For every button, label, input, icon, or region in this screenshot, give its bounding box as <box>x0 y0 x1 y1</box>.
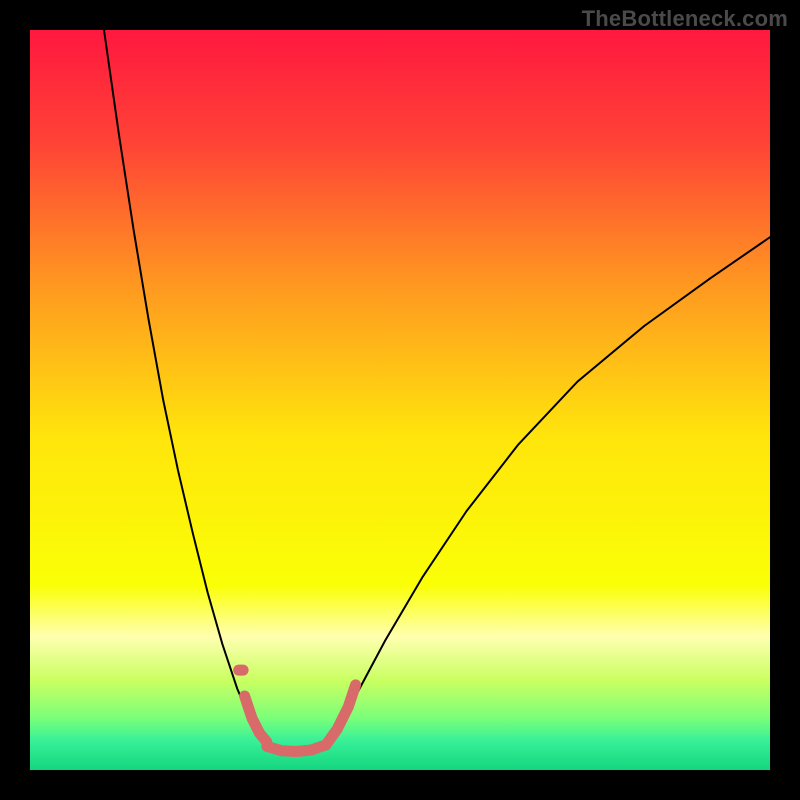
plot-area <box>30 30 770 770</box>
series-left-arm <box>104 30 259 733</box>
chart-frame: TheBottleneck.com <box>0 0 800 800</box>
series-left-thick-overlay <box>245 696 267 742</box>
series-right-arm <box>333 237 770 733</box>
watermark-text: TheBottleneck.com <box>582 6 788 32</box>
curve-layer <box>30 30 770 770</box>
series-bottom-flat-overlay <box>267 745 326 752</box>
series-right-thick-overlay <box>326 685 356 745</box>
